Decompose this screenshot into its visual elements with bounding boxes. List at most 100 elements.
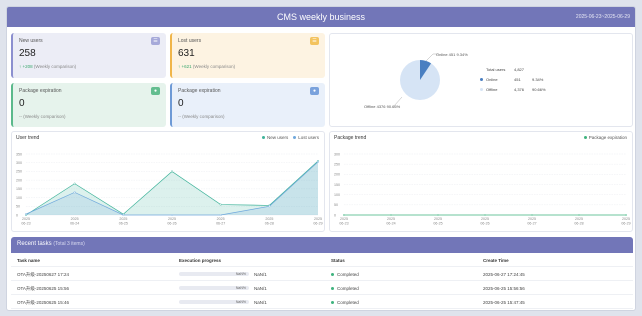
x-tick-label: 06-24 bbox=[386, 222, 395, 226]
y-tick-label: 300 bbox=[334, 152, 340, 156]
lost-users-label: Lost users bbox=[178, 38, 202, 44]
x-tick-label: 06-25 bbox=[119, 222, 128, 226]
user-trend-title: User trend bbox=[16, 135, 40, 141]
progress-percent: NaN% bbox=[235, 299, 246, 304]
user-minus-icon: ☰ bbox=[310, 37, 319, 45]
x-tick-label: 06-25 bbox=[433, 222, 442, 226]
point-package-expiration bbox=[577, 213, 580, 216]
y-tick-label: 200 bbox=[334, 173, 340, 177]
table-row[interactable]: OTA升级-20250625 15:46 NaN% NaN/1 Complete… bbox=[11, 295, 633, 309]
legend-offline-row[interactable]: Offline 4,376 90.66% bbox=[480, 84, 546, 94]
legend-offline-pct: 90.66% bbox=[532, 86, 546, 92]
task-name: OTA升级-20250625 15:46 bbox=[17, 300, 69, 305]
y-tick-label: 50 bbox=[16, 205, 20, 209]
y-tick-label: 150 bbox=[16, 187, 22, 191]
user-trend-legend: New users Lost users bbox=[261, 135, 319, 140]
package-trend-svg[interactable]: 050100150200250300202506-23202506-242025… bbox=[330, 132, 634, 233]
col-task-name: Task name bbox=[17, 258, 40, 263]
new-users-compare-text: (Weekly comparison) bbox=[33, 64, 77, 69]
user-trend-svg[interactable]: 050100150200250300350202506-23202506-242… bbox=[12, 132, 326, 233]
package-expiration-value: 0 bbox=[19, 98, 25, 109]
package-expiration-change-2: -- bbox=[178, 114, 181, 119]
package-expiration-compare-text-2: (Weekly comparison) bbox=[182, 114, 225, 119]
y-tick-label: 150 bbox=[334, 183, 340, 187]
recent-tasks-title: Recent tasks bbox=[17, 241, 52, 247]
package-trend-chart: 0 50 100 150 200 250 300 2025 06-23 2025 06-24 2025… bbox=[329, 131, 633, 232]
legend-online-row[interactable]: Online 451 9.34% bbox=[480, 74, 546, 84]
x-tick-label: 2025 bbox=[387, 217, 395, 221]
x-tick-label: 2025 bbox=[168, 217, 176, 221]
users-icon: ☰ bbox=[151, 37, 160, 45]
point-package-expiration bbox=[625, 213, 628, 216]
arrow-up-icon: ↑ bbox=[178, 64, 181, 69]
legend-total-value: 4,827 bbox=[514, 66, 525, 72]
task-name: OTA升级-20250625 15:56 bbox=[17, 286, 69, 291]
table-row[interactable]: OTA升级-20250627 17:24 NaN% NaN/1 Complete… bbox=[11, 267, 633, 281]
top-bar: CMS weekly business 2025-06-23~2025-06-2… bbox=[7, 7, 635, 27]
y-tick-label: 200 bbox=[16, 178, 22, 182]
arrow-up-icon: ↑ bbox=[19, 64, 22, 69]
lost-users-value: 631 bbox=[178, 48, 195, 59]
progress-fraction: NaN/1 bbox=[254, 300, 267, 305]
x-tick-label: 06-23 bbox=[339, 222, 348, 226]
x-tick-label: 06-23 bbox=[21, 222, 30, 226]
x-tick-label: 06-27 bbox=[216, 222, 225, 226]
legend-package-expiration[interactable]: Package expiration bbox=[583, 135, 627, 140]
create-time: 2025-06-27 17:24:45 bbox=[483, 272, 525, 277]
user-trend-chart: 0 50 100 150 200 250 300 350 2025 06-23 2025 06-24 2… bbox=[11, 131, 325, 232]
create-time: 2025-06-25 15:47:45 bbox=[483, 300, 525, 305]
pie-label-online: Online 451 9.34% bbox=[436, 52, 468, 57]
dashboard-frame: CMS weekly business 2025-06-23~2025-06-2… bbox=[6, 6, 636, 311]
legend-online-dot bbox=[480, 77, 483, 81]
package-icon: ● bbox=[151, 87, 160, 95]
x-tick-label: 06-29 bbox=[313, 222, 322, 226]
legend-online-key: Online bbox=[486, 76, 498, 82]
drop-icon: ● bbox=[310, 87, 319, 95]
package-expiration-card-2[interactable]: Package expiration ● 0 -- (Weekly compar… bbox=[170, 83, 325, 127]
y-tick-label: 350 bbox=[16, 152, 22, 156]
progress-bar: NaN% bbox=[179, 286, 249, 290]
table-row[interactable]: OTA升级-20250625 15:56 NaN% NaN/1 Complete… bbox=[11, 281, 633, 295]
point-package-expiration bbox=[390, 213, 393, 216]
lost-users-card[interactable]: Lost users ☰ 631 ↑ +621 (Weekly comparis… bbox=[170, 33, 325, 78]
task-name: OTA升级-20250627 17:24 bbox=[17, 272, 69, 277]
legend-new-users[interactable]: New users bbox=[261, 135, 288, 140]
progress-fraction: NaN/1 bbox=[254, 272, 267, 277]
point-package-expiration bbox=[342, 213, 345, 216]
point-lost-users bbox=[122, 213, 125, 216]
point-lost-users bbox=[268, 205, 271, 208]
tasks-table-header: Task name Execution progress Status Crea… bbox=[11, 253, 633, 267]
new-users-value: 258 bbox=[19, 48, 36, 59]
y-tick-label: 0 bbox=[334, 213, 336, 217]
x-tick-label: 06-29 bbox=[621, 222, 630, 226]
package-expiration-comparison: -- (Weekly comparison) bbox=[19, 114, 160, 119]
recent-tasks-count: (Total 3 items) bbox=[53, 241, 85, 247]
y-tick-label: 50 bbox=[334, 203, 338, 207]
legend-total-row: Total users 4,827 bbox=[480, 64, 546, 74]
progress-bar: NaN% bbox=[179, 300, 249, 304]
package-expiration-comparison-2: -- (Weekly comparison) bbox=[178, 114, 319, 119]
new-users-comparison: ↑ +208 (Weekly comparison) bbox=[19, 64, 160, 69]
point-new-users bbox=[73, 182, 76, 185]
new-users-card[interactable]: New users ☰ 258 ↑ +208 (Weekly compariso… bbox=[11, 33, 166, 78]
status-badge: Completed bbox=[331, 272, 359, 277]
legend-online-pct: 9.34% bbox=[532, 76, 544, 82]
package-expiration-change: -- bbox=[19, 114, 22, 119]
progress-percent: NaN% bbox=[235, 271, 246, 276]
x-tick-label: 2025 bbox=[481, 217, 489, 221]
package-trend-title: Package trend bbox=[334, 135, 367, 141]
recent-tasks-header: Recent tasks (Total 3 items) bbox=[11, 237, 633, 253]
package-expiration-label-2: Package expiration bbox=[178, 88, 221, 94]
package-expiration-card[interactable]: Package expiration ● 0 -- (Weekly compar… bbox=[11, 83, 166, 127]
y-tick-label: 100 bbox=[16, 196, 22, 200]
recent-tasks-panel: Recent tasks (Total 3 items) Task name E… bbox=[11, 237, 633, 309]
x-tick-label: 2025 bbox=[71, 217, 79, 221]
pie-leader-online bbox=[425, 53, 434, 62]
legend-lost-users[interactable]: Lost users bbox=[293, 135, 319, 140]
legend-offline-key: Offline bbox=[486, 86, 498, 92]
x-tick-label: 06-26 bbox=[480, 222, 489, 226]
package-trend-legend: Package expiration bbox=[583, 135, 627, 140]
col-create-time: Create Time bbox=[483, 258, 509, 263]
pie-label-offline: Offline 4376 90.66% bbox=[364, 104, 401, 109]
status-badge: Completed bbox=[331, 286, 359, 291]
